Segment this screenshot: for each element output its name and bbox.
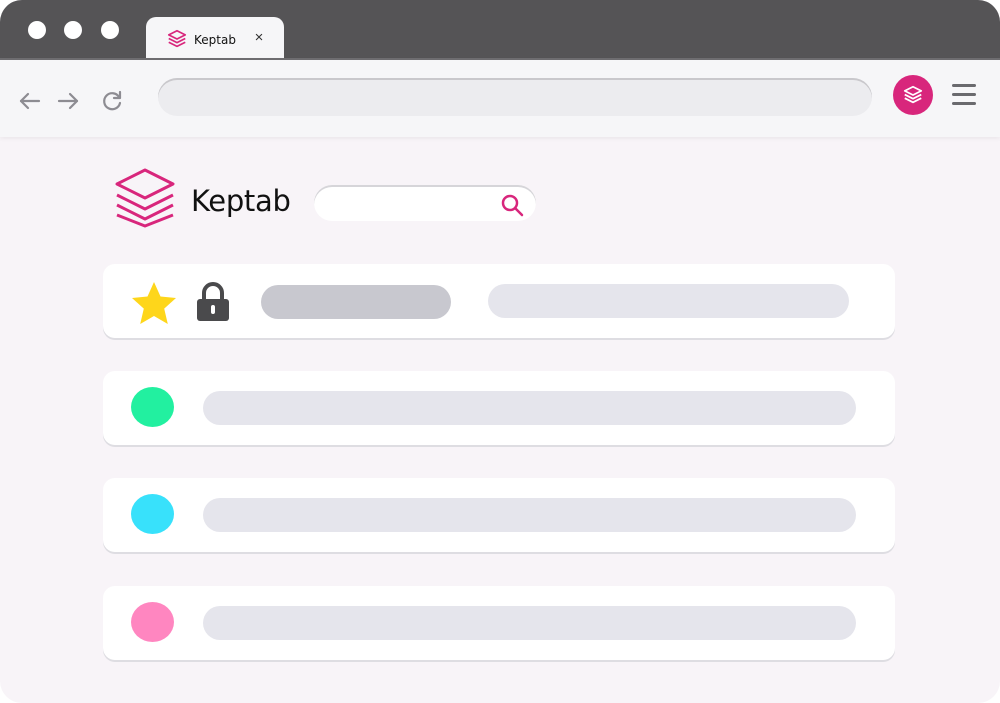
title-bar: Keptab × bbox=[0, 0, 1000, 60]
window-control-maximize[interactable] bbox=[101, 21, 119, 39]
arrow-left-icon[interactable] bbox=[17, 88, 43, 114]
tab-title-placeholder bbox=[261, 285, 451, 319]
hamburger-menu-icon[interactable] bbox=[952, 84, 976, 106]
tab-list-item[interactable] bbox=[103, 371, 895, 445]
layers-icon bbox=[903, 85, 923, 104]
lock-icon[interactable] bbox=[195, 282, 231, 322]
tab-title-placeholder bbox=[203, 498, 856, 532]
tab-title-placeholder bbox=[203, 391, 856, 425]
status-dot bbox=[131, 494, 174, 534]
star-icon[interactable] bbox=[131, 281, 177, 325]
tab-list-item[interactable] bbox=[103, 586, 895, 660]
reload-icon[interactable] bbox=[100, 88, 126, 114]
tab-title: Keptab bbox=[194, 33, 236, 47]
brand-name: Keptab bbox=[191, 184, 291, 218]
layers-icon bbox=[115, 168, 175, 228]
close-icon[interactable]: × bbox=[251, 28, 267, 48]
browser-tab-keptab[interactable]: Keptab × bbox=[146, 17, 284, 60]
tab-list-item[interactable] bbox=[103, 478, 895, 552]
browser-window: Keptab × Keptab bbox=[0, 0, 1000, 703]
search-input[interactable] bbox=[328, 191, 502, 217]
window-control-close[interactable] bbox=[28, 21, 46, 39]
layers-icon bbox=[167, 29, 187, 48]
browser-toolbar bbox=[0, 58, 1000, 137]
status-dot bbox=[131, 387, 174, 427]
address-bar[interactable] bbox=[158, 78, 872, 116]
status-dot bbox=[131, 602, 174, 642]
window-control-minimize[interactable] bbox=[64, 21, 82, 39]
arrow-right-icon[interactable] bbox=[55, 88, 81, 114]
tab-url-placeholder bbox=[488, 284, 849, 318]
pinned-tab-row[interactable] bbox=[103, 264, 895, 338]
search-icon[interactable] bbox=[500, 193, 524, 217]
keptab-extension-button[interactable] bbox=[893, 75, 933, 115]
tab-title-placeholder bbox=[203, 606, 856, 640]
